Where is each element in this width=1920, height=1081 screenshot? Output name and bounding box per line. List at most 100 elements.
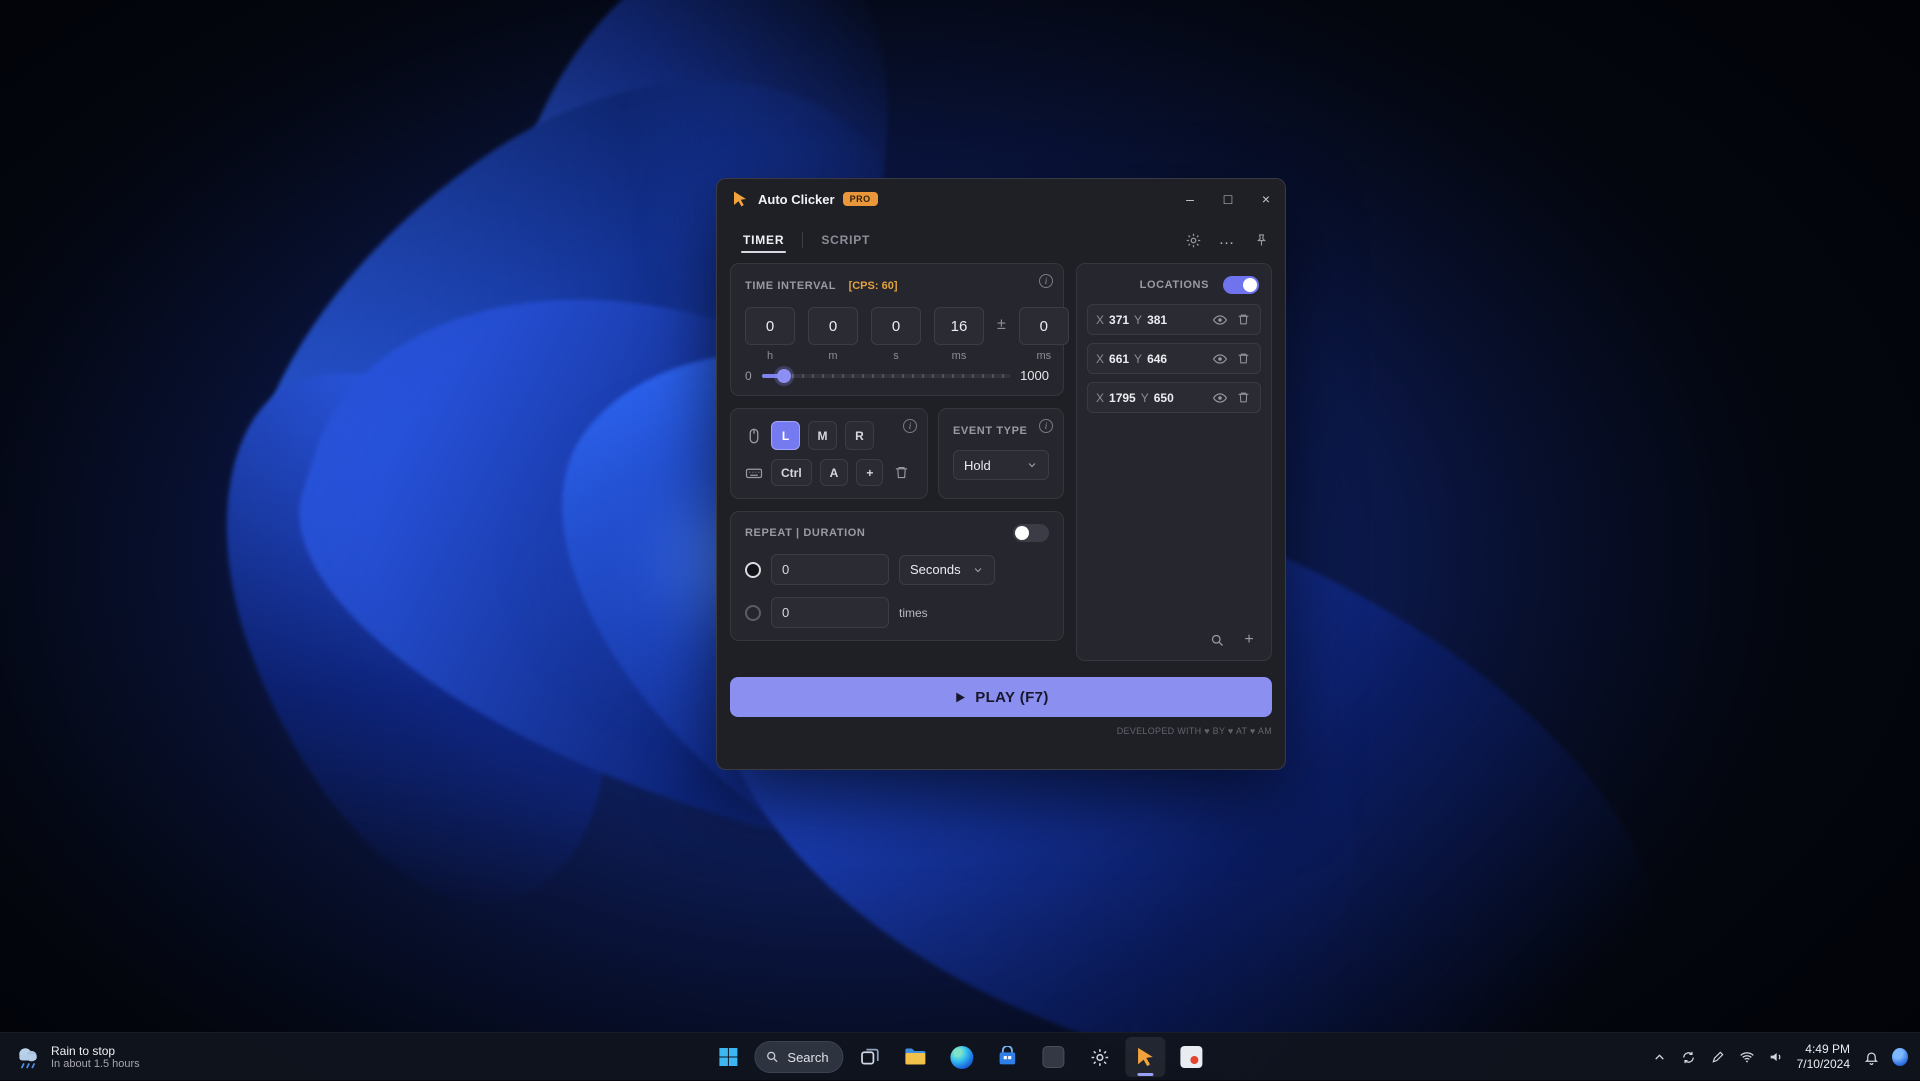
tab-timer[interactable]: TIMER bbox=[725, 225, 802, 255]
screen-recorder-button[interactable] bbox=[1172, 1037, 1212, 1077]
chevron-down-icon bbox=[1026, 459, 1038, 471]
notification-bell-icon[interactable] bbox=[1863, 1049, 1879, 1065]
weather-forecast: In about 1.5 hours bbox=[51, 1058, 140, 1070]
event-type-info-icon[interactable]: i bbox=[1039, 419, 1053, 433]
maximize-button[interactable]: □ bbox=[1209, 179, 1247, 219]
time-interval-card: TIME INTERVAL [CPS: 60] i h m bbox=[730, 263, 1064, 396]
preview-location-eye-icon[interactable] bbox=[1211, 350, 1229, 368]
location-row[interactable]: X 371 Y 381 bbox=[1087, 304, 1261, 335]
mouse-buttons-row: L M R bbox=[745, 421, 913, 450]
more-options-icon[interactable]: … bbox=[1217, 230, 1237, 250]
preview-location-eye-icon[interactable] bbox=[1211, 311, 1229, 329]
search-box[interactable]: Search bbox=[754, 1041, 843, 1073]
clock-widget[interactable]: 4:49 PM 7/10/2024 bbox=[1797, 1042, 1850, 1072]
add-location-button[interactable]: + bbox=[1239, 630, 1259, 650]
seconds-field: s bbox=[871, 307, 921, 362]
settings-gear-icon[interactable] bbox=[1183, 230, 1203, 250]
event-type-value: Hold bbox=[964, 458, 991, 473]
location-row[interactable]: X 661 Y 646 bbox=[1087, 343, 1261, 374]
locations-label: LOCATIONS bbox=[1140, 279, 1209, 291]
duration-radio[interactable] bbox=[745, 562, 761, 578]
left-column: TIME INTERVAL [CPS: 60] i h m bbox=[730, 263, 1064, 661]
record-dot bbox=[1191, 1056, 1199, 1064]
duration-unit-dropdown[interactable]: Seconds bbox=[899, 555, 995, 585]
left-mouse-button[interactable]: L bbox=[771, 421, 800, 450]
repeat-duration-label: REPEAT | DURATION bbox=[745, 527, 865, 539]
x-coordinate: 661 bbox=[1109, 352, 1129, 366]
edge-browser-button[interactable] bbox=[942, 1037, 982, 1077]
random-offset-input[interactable] bbox=[1019, 307, 1069, 345]
location-row[interactable]: X 1795 Y 650 bbox=[1087, 382, 1261, 413]
taskbar: Rain to stop In about 1.5 hours Search bbox=[0, 1032, 1920, 1080]
x-axis-label: X bbox=[1096, 391, 1104, 405]
minimize-button[interactable]: – bbox=[1171, 179, 1209, 219]
tab-bar: TIMER SCRIPT … bbox=[717, 219, 1285, 261]
y-coordinate: 646 bbox=[1147, 352, 1167, 366]
locations-footer: + bbox=[1087, 630, 1261, 650]
key-chip-ctrl[interactable]: Ctrl bbox=[771, 459, 812, 486]
sync-tray-icon[interactable] bbox=[1681, 1049, 1697, 1065]
preview-location-eye-icon[interactable] bbox=[1211, 389, 1229, 407]
window-title: Auto Clicker bbox=[758, 192, 835, 207]
auto-clicker-taskbar-button[interactable] bbox=[1126, 1037, 1166, 1077]
settings-button[interactable] bbox=[1080, 1037, 1120, 1077]
delete-location-trash-icon[interactable] bbox=[1234, 389, 1252, 407]
task-view-icon bbox=[859, 1047, 880, 1068]
minutes-unit-label: m bbox=[828, 350, 837, 362]
tab-script[interactable]: SCRIPT bbox=[803, 225, 888, 255]
microsoft-store-button[interactable] bbox=[988, 1037, 1028, 1077]
seconds-input[interactable] bbox=[871, 307, 921, 345]
tray-time: 4:49 PM bbox=[1797, 1042, 1850, 1057]
hours-input[interactable] bbox=[745, 307, 795, 345]
task-view-button[interactable] bbox=[850, 1037, 890, 1077]
start-button[interactable] bbox=[708, 1037, 748, 1077]
x-coordinate: 371 bbox=[1109, 313, 1129, 327]
delete-location-trash-icon[interactable] bbox=[1234, 350, 1252, 368]
duration-input[interactable] bbox=[771, 554, 889, 585]
play-button[interactable]: PLAY (F7) bbox=[730, 677, 1272, 717]
toggle-knob bbox=[1243, 278, 1257, 292]
volume-speaker-icon[interactable] bbox=[1768, 1049, 1784, 1065]
tray-app-icon[interactable] bbox=[1892, 1049, 1908, 1065]
times-input[interactable] bbox=[771, 597, 889, 628]
titlebar: Auto Clicker PRO – □ × bbox=[717, 179, 1285, 219]
pin-icon[interactable] bbox=[1251, 230, 1271, 250]
clear-keys-trash-icon[interactable] bbox=[891, 463, 911, 483]
time-interval-label: TIME INTERVAL bbox=[745, 280, 836, 292]
slider-track[interactable] bbox=[762, 374, 1010, 378]
minutes-input[interactable] bbox=[808, 307, 858, 345]
repeat-toggle[interactable] bbox=[1013, 524, 1049, 542]
milliseconds-input[interactable] bbox=[934, 307, 984, 345]
duration-unit-value: Seconds bbox=[910, 562, 961, 577]
pick-location-search-icon[interactable] bbox=[1207, 630, 1227, 650]
right-mouse-button[interactable]: R bbox=[845, 421, 874, 450]
pinned-app-button[interactable] bbox=[1034, 1037, 1074, 1077]
pen-tray-icon[interactable] bbox=[1710, 1049, 1726, 1065]
interval-slider[interactable] bbox=[762, 369, 1010, 383]
middle-mouse-button[interactable]: M bbox=[808, 421, 837, 450]
hidden-icons-chevron[interactable] bbox=[1652, 1049, 1668, 1065]
event-type-card: EVENT TYPE i Hold bbox=[938, 408, 1064, 499]
weather-widget[interactable]: Rain to stop In about 1.5 hours bbox=[0, 1033, 154, 1081]
network-wifi-icon[interactable] bbox=[1739, 1049, 1755, 1065]
times-row: times bbox=[745, 597, 1049, 628]
hours-field: h bbox=[745, 307, 795, 362]
event-type-dropdown[interactable]: Hold bbox=[953, 450, 1049, 480]
times-radio[interactable] bbox=[745, 605, 761, 621]
key-chip-a[interactable]: A bbox=[820, 459, 849, 486]
add-key-button[interactable]: + bbox=[856, 459, 883, 486]
file-explorer-button[interactable] bbox=[896, 1037, 936, 1077]
close-button[interactable]: × bbox=[1247, 179, 1285, 219]
locations-toggle[interactable] bbox=[1223, 276, 1259, 294]
repeat-duration-card: REPEAT | DURATION Seconds bbox=[730, 511, 1064, 641]
search-icon bbox=[765, 1050, 779, 1064]
delete-location-trash-icon[interactable] bbox=[1234, 311, 1252, 329]
mouse-info-icon[interactable]: i bbox=[903, 419, 917, 433]
locations-card: LOCATIONS X 371 Y 381 bbox=[1076, 263, 1272, 661]
time-interval-info-icon[interactable]: i bbox=[1039, 274, 1053, 288]
y-coordinate: 650 bbox=[1154, 391, 1174, 405]
slider-handle[interactable] bbox=[777, 369, 791, 383]
screen-recorder-icon bbox=[1181, 1046, 1203, 1068]
locations-header: LOCATIONS bbox=[1087, 274, 1261, 294]
random-offset-unit-label: ms bbox=[1036, 350, 1051, 362]
